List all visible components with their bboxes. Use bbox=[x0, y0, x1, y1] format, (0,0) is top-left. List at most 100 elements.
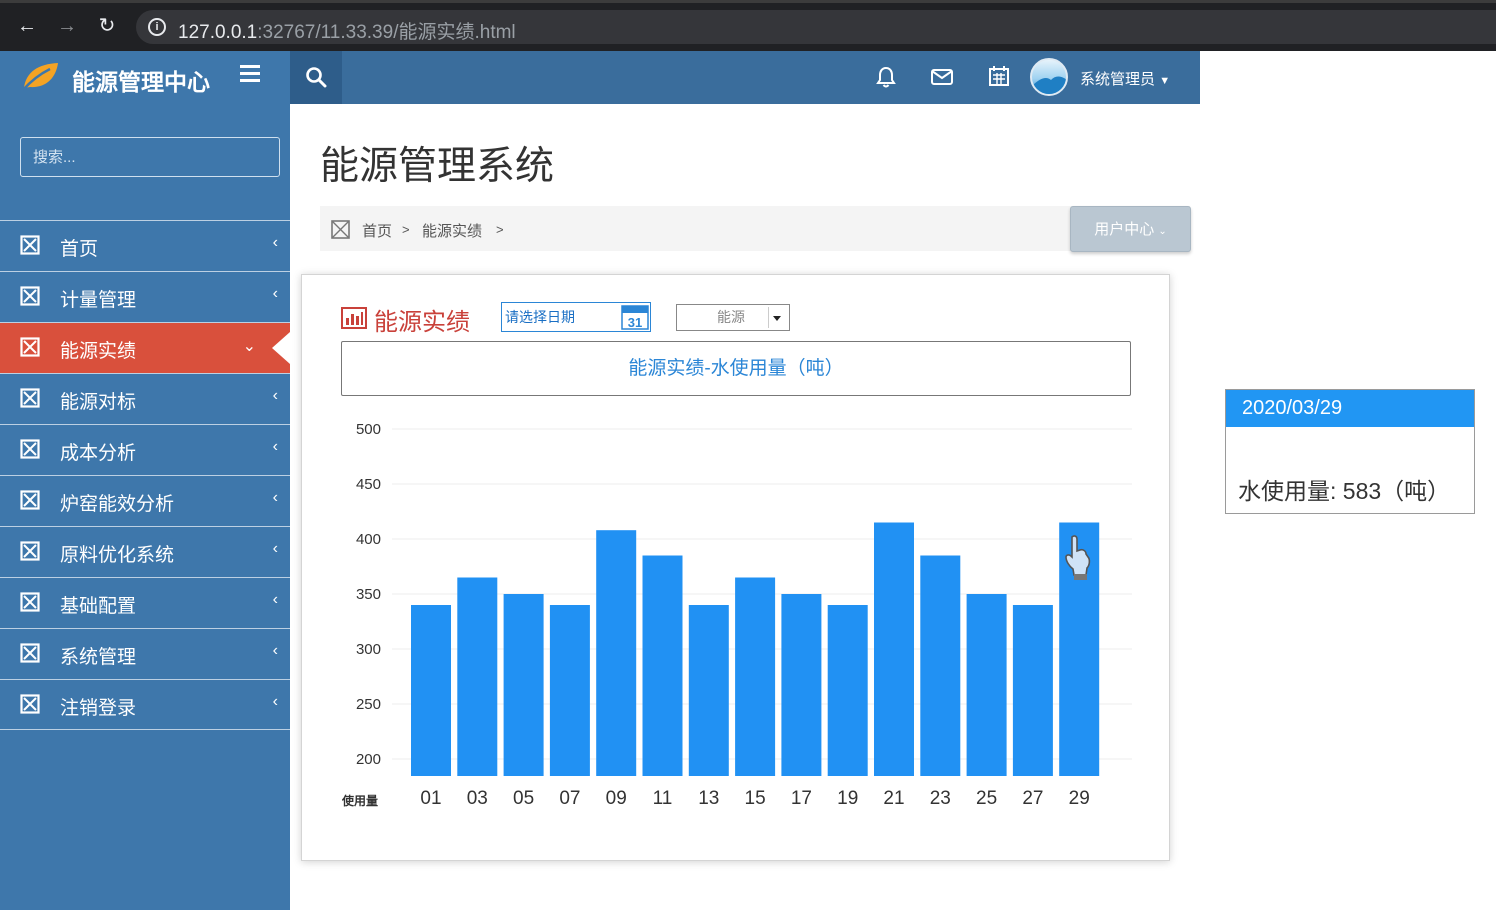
user-menu[interactable]: 系统管理员 ▼ bbox=[1080, 68, 1170, 89]
chevron-left-icon: ‹ bbox=[272, 438, 278, 455]
calendar-icon[interactable] bbox=[988, 65, 1010, 87]
panel-title: 能源实绩 bbox=[374, 309, 470, 336]
box-x-icon bbox=[20, 439, 40, 459]
sidebar-item-label: 注销登录 bbox=[60, 698, 137, 719]
y-tick-label: 450 bbox=[356, 476, 381, 493]
bell-icon[interactable] bbox=[875, 65, 897, 89]
url-host: 127.0.0.1 bbox=[178, 22, 258, 43]
chevron-left-icon: ‹ bbox=[272, 489, 278, 506]
user-center-button[interactable]: 用户中心 ⌄ bbox=[1070, 206, 1191, 252]
tooltip-date: 2020/03/29 bbox=[1226, 390, 1474, 427]
sidebar-item[interactable]: 首页 ‹ bbox=[0, 220, 290, 271]
date-picker-input[interactable]: 请选择日期 31 bbox=[501, 302, 651, 332]
site-info-icon[interactable]: i bbox=[148, 18, 166, 36]
sidebar-item[interactable]: 注销登录 ‹ bbox=[0, 679, 290, 730]
home-box-icon bbox=[331, 220, 350, 239]
tooltip-value: 水使用量: 583（吨） bbox=[1238, 478, 1451, 504]
user-center-label: 用户中心 bbox=[1094, 221, 1155, 238]
sidebar-item[interactable]: 能源对标 ‹ bbox=[0, 373, 290, 424]
chart-tooltip: 2020/03/29 水使用量: 583（吨） bbox=[1225, 389, 1475, 514]
energy-type-select[interactable]: 能源 bbox=[676, 304, 790, 331]
box-x-icon bbox=[20, 337, 40, 357]
box-x-icon bbox=[20, 388, 40, 408]
sidebar-item[interactable]: 炉窑能效分析 ‹ bbox=[0, 475, 290, 526]
bar-17[interactable] bbox=[781, 594, 822, 776]
sidebar-item-label: 能源对标 bbox=[60, 392, 137, 413]
sidebar-item-label: 首页 bbox=[60, 239, 99, 260]
x-tick-label: 03 bbox=[467, 788, 488, 809]
user-avatar[interactable] bbox=[1030, 58, 1068, 96]
chevron-left-icon: ‹ bbox=[272, 591, 278, 608]
x-tick-label: 17 bbox=[791, 788, 812, 809]
x-tick-label: 11 bbox=[653, 788, 673, 809]
bar-01[interactable] bbox=[411, 605, 451, 776]
x-tick-label: 07 bbox=[559, 788, 580, 809]
envelope-icon[interactable] bbox=[930, 68, 954, 86]
x-tick-label: 21 bbox=[883, 788, 904, 809]
chevron-left-icon: ‹ bbox=[272, 540, 278, 557]
bar-05[interactable] bbox=[503, 594, 544, 776]
x-tick-label: 23 bbox=[930, 788, 951, 809]
bar-19[interactable] bbox=[827, 605, 868, 776]
address-bar[interactable]: i 127.0.0.1:32767/11.33.39/能源实绩.html bbox=[136, 10, 1496, 44]
chevron-left-icon: ‹ bbox=[272, 693, 278, 710]
sidebar-item[interactable]: 成本分析 ‹ bbox=[0, 424, 290, 475]
y-tick-label: 200 bbox=[356, 751, 381, 768]
bar-03[interactable] bbox=[457, 577, 498, 777]
calendar-day-number: 31 bbox=[628, 315, 642, 330]
header-search-button[interactable] bbox=[290, 51, 342, 104]
chart-title: 能源实绩-水使用量（吨） bbox=[341, 341, 1131, 396]
y-tick-label: 350 bbox=[356, 586, 381, 603]
browser-toolbar: ← → ↻ i 127.0.0.1:32767/11.33.39/能源实绩.ht… bbox=[0, 0, 1496, 51]
y-tick-label: 300 bbox=[356, 641, 381, 658]
leaf-logo-icon bbox=[22, 63, 58, 91]
back-arrow-icon[interactable]: ← bbox=[14, 13, 40, 39]
bar-11[interactable] bbox=[642, 555, 683, 777]
water-usage-bar-chart: 200 250 300 350 400 450 500 01 03 05 07 09 11 13 15 17 1… bbox=[341, 421, 1132, 809]
breadcrumb-current[interactable]: 能源实绩 bbox=[422, 220, 482, 241]
hamburger-menu-icon[interactable] bbox=[240, 65, 260, 85]
box-x-icon bbox=[20, 490, 40, 510]
sidebar-item[interactable]: 计量管理 ‹ bbox=[0, 271, 290, 322]
user-name: 系统管理员 bbox=[1080, 71, 1156, 88]
bar-09[interactable] bbox=[596, 530, 637, 776]
sidebar-item-label: 炉窑能效分析 bbox=[60, 494, 175, 515]
box-x-icon bbox=[20, 643, 40, 663]
bar-15[interactable] bbox=[735, 577, 776, 777]
energy-select-value: 能源 bbox=[717, 309, 745, 325]
reload-icon[interactable]: ↻ bbox=[94, 13, 120, 39]
chevron-down-icon: ⌄ bbox=[1158, 226, 1167, 237]
bar-25[interactable] bbox=[966, 594, 1007, 776]
x-tick-label: 05 bbox=[513, 788, 534, 809]
caret-down-icon: ▼ bbox=[1159, 75, 1171, 87]
box-x-icon bbox=[20, 694, 40, 714]
bar-07[interactable] bbox=[549, 605, 590, 776]
bar-13[interactable] bbox=[688, 605, 729, 776]
search-icon bbox=[306, 67, 327, 88]
bar-23[interactable] bbox=[920, 555, 961, 777]
x-axis-label: 使用量 bbox=[341, 793, 378, 808]
chevron-down-icon: ⌄ bbox=[242, 338, 256, 355]
sidebar-item[interactable]: 系统管理 ‹ bbox=[0, 628, 290, 679]
breadcrumb-home[interactable]: 首页 bbox=[362, 220, 392, 241]
chevron-left-icon: ‹ bbox=[272, 642, 278, 659]
sidebar-item[interactable]: 原料优化系统 ‹ bbox=[0, 526, 290, 577]
chevron-left-icon: ‹ bbox=[272, 234, 278, 251]
sidebar-item[interactable]: 基础配置 ‹ bbox=[0, 577, 290, 628]
box-x-icon bbox=[20, 541, 40, 561]
bar-27[interactable] bbox=[1012, 605, 1053, 776]
sidebar-menu: 首页 ‹ 计量管理 ‹ 能源实绩 ⌄ 能源对标 ‹ 成本分析 ‹ 炉窑能效分析 ‹ 原料优化系统 ‹ 基础配… bbox=[0, 220, 290, 730]
active-notch bbox=[272, 332, 290, 364]
sidebar-item-label: 原料优化系统 bbox=[60, 545, 175, 566]
sidebar-item-label: 基础配置 bbox=[60, 596, 137, 617]
breadcrumb: 首页 > 能源实绩 > bbox=[320, 206, 1190, 251]
x-tick-label: 29 bbox=[1069, 788, 1090, 809]
bar-21[interactable] bbox=[874, 522, 914, 777]
logo-area: 能源管理中心 bbox=[0, 51, 290, 104]
forward-arrow-icon[interactable]: → bbox=[54, 13, 80, 39]
sidebar-search-input[interactable] bbox=[20, 137, 280, 177]
sidebar: 首页‹计量管理‹能源实绩⌄能源对标‹成本分析‹炉窑能效分析‹原料优化系统‹基础配… bbox=[0, 104, 290, 910]
calendar-picker-icon[interactable]: 31 bbox=[621, 304, 649, 330]
sidebar-item[interactable]: 能源实绩 ⌄ bbox=[0, 322, 290, 373]
x-tick-label: 09 bbox=[606, 788, 627, 809]
